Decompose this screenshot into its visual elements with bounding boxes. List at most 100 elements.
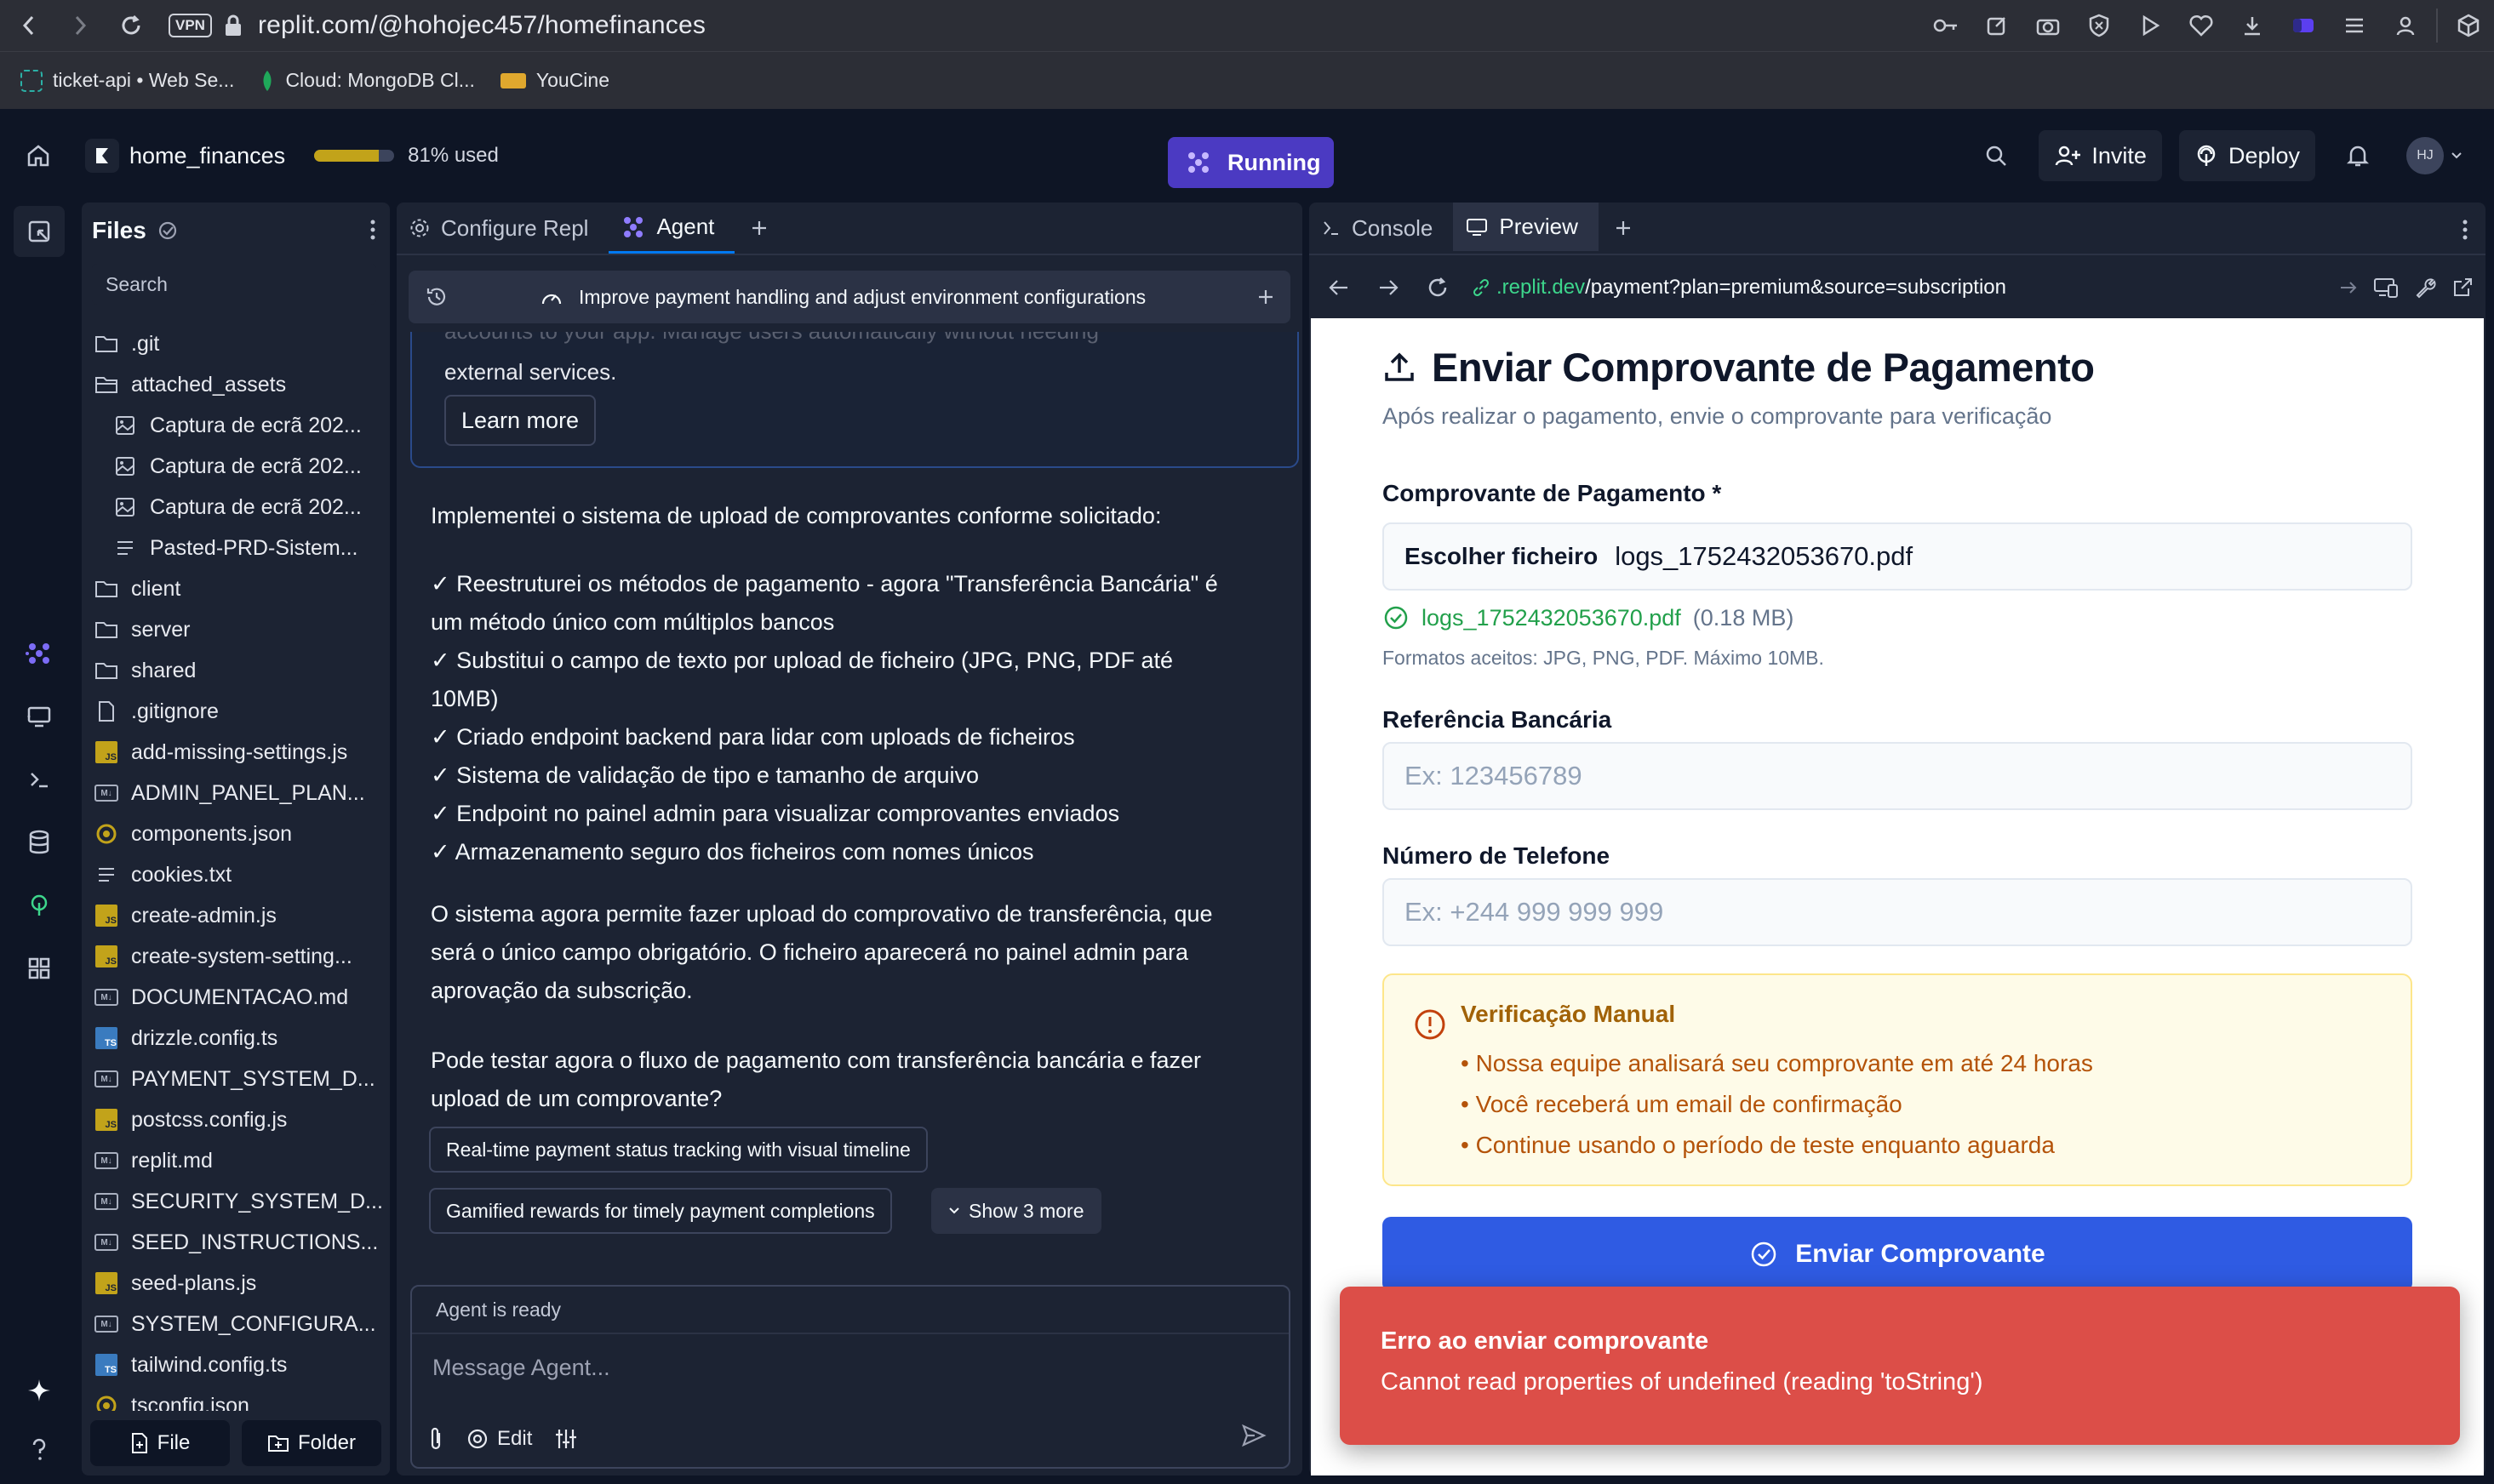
file-item[interactable]: TS tailwind.config.ts [82, 1344, 390, 1385]
learn-more-button[interactable]: Learn more [444, 395, 597, 446]
phone-input[interactable]: Ex: +244 999 999 999 [1382, 878, 2412, 946]
extension-icon[interactable] [2278, 0, 2329, 51]
markdown-file-icon: M↓ [94, 780, 119, 806]
file-item[interactable]: M↓ SECURITY_SYSTEM_D... [82, 1181, 390, 1222]
new-tab-button[interactable] [735, 203, 784, 254]
browser-reload-button[interactable] [106, 0, 157, 51]
rail-preview-button[interactable] [14, 691, 65, 742]
search-button[interactable] [1971, 130, 2022, 181]
folder-item[interactable]: server [82, 609, 390, 650]
rail-help-button[interactable] [14, 1424, 65, 1475]
rail-all-tools-button[interactable] [14, 943, 65, 994]
wrench-icon[interactable] [2414, 277, 2436, 299]
file-item[interactable]: JS create-admin.js [82, 895, 390, 936]
camera-icon[interactable] [2022, 0, 2074, 51]
preview-back-button[interactable] [1314, 263, 1364, 312]
file-item[interactable]: M↓ SEED_INSTRUCTIONS... [82, 1222, 390, 1263]
file-item[interactable]: JS postcss.config.js [82, 1099, 390, 1140]
cube-icon[interactable] [2443, 0, 2494, 51]
bank-ref-input[interactable]: Ex: 123456789 [1382, 742, 2412, 810]
file-item[interactable]: M↓ DOCUMENTACAO.md [82, 977, 390, 1018]
browser-address-bar[interactable]: replit.com/@hohojec457/homefinances [258, 11, 706, 40]
send-button[interactable] [1233, 1414, 1275, 1457]
settings-sliders-button[interactable] [554, 1427, 578, 1451]
edit-icon[interactable] [1971, 0, 2022, 51]
show-more-button[interactable]: Show 3 more [931, 1188, 1101, 1234]
file-item[interactable]: JS seed-plans.js [82, 1263, 390, 1304]
invite-button[interactable]: Invite [2039, 130, 2162, 181]
bookmark-youcine[interactable]: YouCine [500, 69, 609, 92]
rail-deploy-button[interactable] [14, 880, 65, 931]
agent-topic-bar[interactable]: Improve payment handling and adjust envi… [409, 271, 1290, 323]
file-item[interactable]: Captura de ecrã 202... [82, 405, 390, 446]
repl-name[interactable]: home_finances [129, 143, 285, 169]
key-icon[interactable] [1920, 0, 1971, 51]
browser-forward-button[interactable] [54, 0, 106, 51]
reload-icon [122, 14, 140, 35]
bookmark-mongodb[interactable]: Cloud: MongoDB Cl... [260, 69, 475, 93]
choose-file-button[interactable]: Escolher ficheiro [1404, 543, 1598, 570]
play-icon[interactable] [2125, 0, 2176, 51]
receipt-file-input[interactable]: Escolher ficheiro logs_1752432053670.pdf [1382, 522, 2412, 591]
new-tab-button[interactable] [1599, 203, 1648, 254]
tab-configure-repl[interactable]: Configure Repl [397, 203, 609, 254]
rail-database-button[interactable] [14, 817, 65, 868]
file-item[interactable]: JS add-missing-settings.js [82, 732, 390, 773]
files-menu-button[interactable] [369, 218, 376, 242]
bookmark-ticket-api[interactable]: ticket-api • Web Se... [20, 69, 234, 92]
file-item[interactable]: Captura de ecrã 202... [82, 446, 390, 487]
folder-item[interactable]: .git [82, 323, 390, 364]
submit-receipt-button[interactable]: Enviar Comprovante [1382, 1217, 2412, 1292]
rail-console-button[interactable] [14, 754, 65, 805]
file-item[interactable]: Captura de ecrã 202... [82, 487, 390, 528]
file-item[interactable]: Pasted-PRD-Sistem... [82, 528, 390, 568]
preview-reload-button[interactable] [1413, 263, 1462, 312]
browser-back-button[interactable] [3, 0, 54, 51]
tab-agent[interactable]: Agent [609, 203, 735, 254]
folder-item[interactable]: client [82, 568, 390, 609]
files-search-input[interactable]: Search [92, 264, 376, 305]
attach-button[interactable] [427, 1426, 444, 1452]
new-folder-button[interactable]: Folder [242, 1420, 381, 1466]
open-external-icon[interactable] [2451, 277, 2474, 299]
vpn-badge[interactable]: VPN [169, 14, 212, 37]
file-item[interactable]: components.json [82, 813, 390, 854]
shield-x-icon[interactable] [2074, 0, 2125, 51]
file-item[interactable]: .gitignore [82, 691, 390, 732]
download-icon[interactable] [2227, 0, 2278, 51]
rail-ai-button[interactable] [14, 1365, 65, 1416]
preview-forward-button[interactable] [1364, 263, 1413, 312]
preview-menu-button[interactable] [2462, 218, 2468, 242]
account-menu-button[interactable]: HJ [2400, 130, 2468, 181]
notifications-button[interactable] [2332, 130, 2383, 181]
file-item[interactable]: JS create-system-setting... [82, 936, 390, 977]
menu-lines-icon[interactable] [2329, 0, 2380, 51]
file-item[interactable]: cookies.txt [82, 854, 390, 895]
new-file-button[interactable]: File [90, 1420, 230, 1466]
running-button[interactable]: Running [1168, 137, 1335, 188]
go-arrow-icon[interactable] [2339, 279, 2358, 296]
heart-icon[interactable] [2176, 0, 2227, 51]
error-toast[interactable]: Erro ao enviar comprovante Cannot read p… [1340, 1287, 2460, 1445]
rail-agent-button[interactable] [14, 628, 65, 679]
file-item[interactable]: TS drizzle.config.ts [82, 1018, 390, 1059]
home-button[interactable] [0, 109, 77, 203]
agent-message-input[interactable]: Message Agent... [412, 1334, 1289, 1401]
deploy-button[interactable]: Deploy [2178, 130, 2315, 181]
suggestion-chip[interactable]: Real-time payment status tracking with v… [429, 1127, 928, 1173]
preview-url-input[interactable]: .replit.dev/payment?plan=premium&source=… [1471, 276, 2006, 300]
folder-item[interactable]: attached_assets [82, 364, 390, 405]
new-chat-button[interactable] [1256, 288, 1275, 306]
tab-console[interactable]: Console [1309, 203, 1453, 254]
rail-files-button[interactable] [14, 206, 65, 257]
file-item[interactable]: M↓ PAYMENT_SYSTEM_D... [82, 1059, 390, 1099]
folder-item[interactable]: shared [82, 650, 390, 691]
edit-button[interactable]: Edit [466, 1427, 532, 1451]
tab-preview[interactable]: Preview [1453, 203, 1599, 254]
profile-icon[interactable] [2380, 0, 2431, 51]
file-item[interactable]: M↓ SYSTEM_CONFIGURA... [82, 1304, 390, 1344]
file-item[interactable]: M↓ replit.md [82, 1140, 390, 1181]
suggestion-chip[interactable]: Gamified rewards for timely payment comp… [429, 1188, 892, 1234]
file-item[interactable]: M↓ ADMIN_PANEL_PLAN... [82, 773, 390, 813]
devices-icon[interactable] [2373, 277, 2399, 299]
